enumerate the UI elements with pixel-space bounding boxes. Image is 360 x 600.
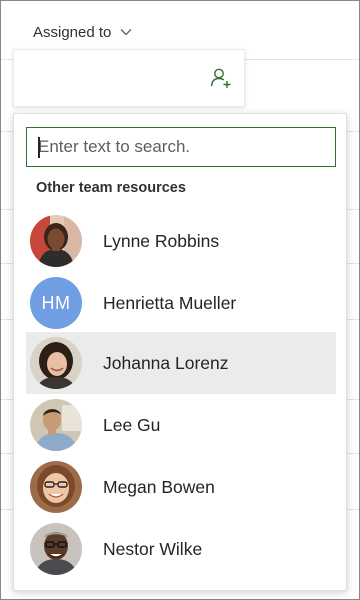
add-user-icon[interactable] xyxy=(210,67,232,89)
assignee-box[interactable] xyxy=(13,49,245,107)
search-box[interactable] xyxy=(26,127,336,167)
avatar xyxy=(30,461,82,513)
avatar xyxy=(30,523,82,575)
people-picker-dropdown: Other team resources Lynne Robbins HM He… xyxy=(13,113,347,591)
person-item[interactable]: Lynne Robbins xyxy=(26,210,336,272)
assigned-to-header[interactable]: Assigned to xyxy=(33,21,133,43)
person-name: Megan Bowen xyxy=(103,476,215,497)
person-item[interactable]: Lee Gu xyxy=(26,394,336,456)
avatar xyxy=(30,337,82,389)
avatar-initials: HM xyxy=(30,277,82,329)
search-input[interactable] xyxy=(27,128,335,166)
person-name: Johanna Lorenz xyxy=(103,352,229,373)
person-item-selected[interactable]: Johanna Lorenz xyxy=(26,332,336,394)
person-item[interactable]: HM Henrietta Mueller xyxy=(26,272,336,334)
person-name: Lynne Robbins xyxy=(103,230,220,251)
avatar xyxy=(30,399,82,451)
avatar xyxy=(30,215,82,267)
section-title: Other team resources xyxy=(36,180,186,196)
chevron-down-icon xyxy=(120,29,132,36)
picker-window: Assigned to Other team resources xyxy=(0,0,360,600)
person-name: Nestor Wilke xyxy=(103,538,203,559)
person-item[interactable]: Nestor Wilke xyxy=(26,518,336,580)
text-cursor xyxy=(38,137,40,158)
assigned-to-label: Assigned to xyxy=(33,23,112,41)
person-name: Henrietta Mueller xyxy=(103,292,237,313)
person-name: Lee Gu xyxy=(103,414,161,435)
person-item[interactable]: Megan Bowen xyxy=(26,456,336,518)
